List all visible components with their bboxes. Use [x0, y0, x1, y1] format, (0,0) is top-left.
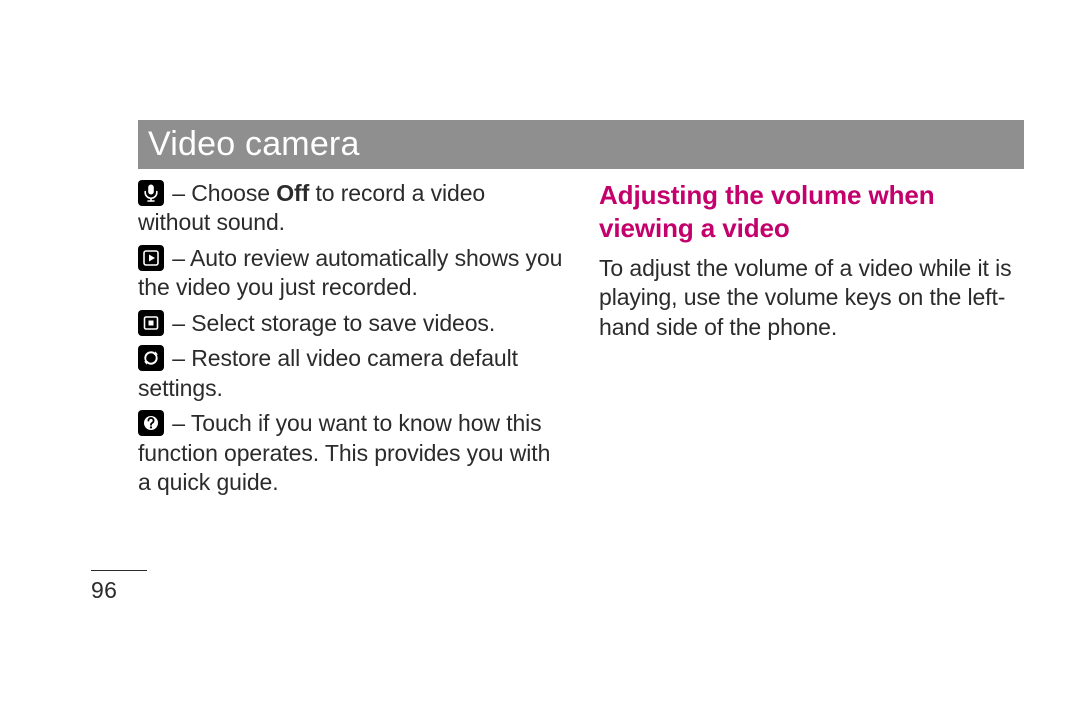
page-number-rule	[91, 570, 147, 571]
page-number: 96	[91, 577, 147, 604]
subsection-body: To adjust the volume of a video while it…	[599, 254, 1024, 342]
list-item: – Restore all video camera default setti…	[138, 344, 563, 403]
item-text-before: – Choose	[166, 180, 276, 206]
storage-icon	[138, 310, 164, 336]
subsection-heading: Adjusting the volume when viewing a vide…	[599, 179, 1024, 244]
list-item: – Auto review automatically shows you th…	[138, 244, 563, 303]
section-header: Video camera	[138, 120, 1024, 169]
right-column: Adjusting the volume when viewing a vide…	[599, 179, 1024, 503]
item-text-before: – Auto review automatically shows you th…	[138, 245, 562, 300]
list-item: – Choose Off to record a video without s…	[138, 179, 563, 238]
section-title: Video camera	[148, 125, 360, 164]
list-item: – Select storage to save videos.	[138, 309, 563, 338]
page-number-block: 96	[91, 570, 147, 604]
reset-icon	[138, 345, 164, 371]
help-icon	[138, 410, 164, 436]
item-text-before: – Select storage to save videos.	[166, 310, 495, 336]
manual-page: Video camera – Choose Off to record a vi…	[0, 0, 1080, 717]
play-icon	[138, 245, 164, 271]
content-columns: – Choose Off to record a video without s…	[138, 179, 1024, 503]
microphone-icon	[138, 180, 164, 206]
item-text-before: – Touch if you want to know how this fun…	[138, 410, 550, 495]
item-text-bold: Off	[276, 180, 309, 206]
list-item: – Touch if you want to know how this fun…	[138, 409, 563, 497]
left-column: – Choose Off to record a video without s…	[138, 179, 563, 503]
item-text-before: – Restore all video camera default setti…	[138, 345, 518, 400]
